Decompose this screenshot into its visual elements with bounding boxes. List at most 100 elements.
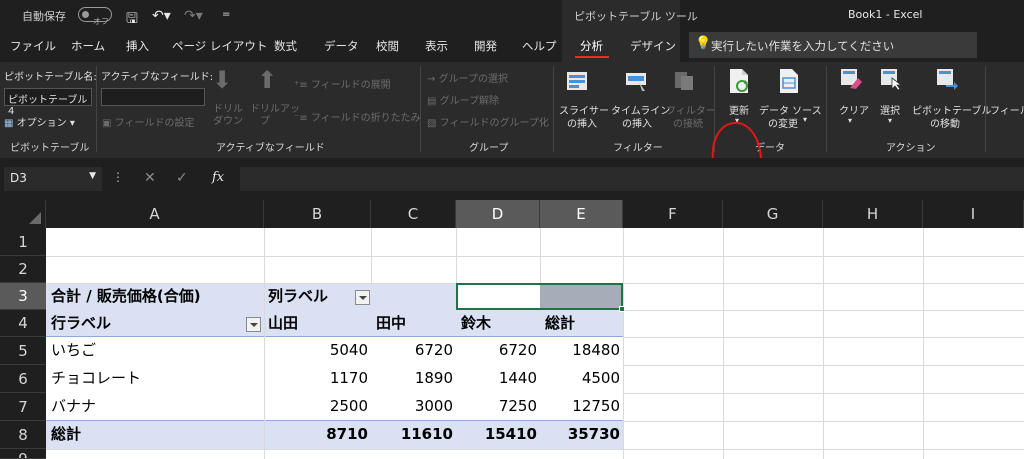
slicer-label-2[interactable]: の挿入 [567,115,597,130]
column-header-d[interactable]: D [456,200,540,228]
fill-handle[interactable] [619,306,625,312]
collapse-field-button[interactable]: ⁻≡ フィールドの折りたたみ [294,109,421,124]
gridline [623,365,1024,366]
tab-page-layout[interactable]: ページ レイアウト [172,38,267,54]
row-header-5[interactable]: 5 [0,337,46,365]
pivot-header-cell[interactable]: 鈴木 [461,310,491,337]
pivot-header-cell[interactable]: 田中 [376,310,406,337]
drill-up-label-1[interactable]: ドリルアッ [250,100,300,115]
pivot-value-cell[interactable]: 12750 [540,393,620,420]
column-header-h[interactable]: H [823,200,923,228]
row-header-6[interactable]: 6 [0,365,46,393]
autosave-toggle[interactable]: オフ [78,7,112,26]
pivot-value-cell[interactable]: 1890 [371,365,453,392]
pivot-row-item[interactable]: いちご [51,337,96,364]
tab-data[interactable]: データ [324,38,359,54]
tab-view[interactable]: 表示 [425,38,448,54]
insert-function-icon[interactable]: fx [212,170,224,185]
pivot-value-cell[interactable]: 7250 [456,393,537,420]
pivot-column-labels[interactable]: 列ラベル [268,283,328,310]
options-button[interactable]: ▦ オプション ▾ [4,114,75,129]
pivot-header-cell[interactable]: 総計 [545,310,575,337]
select-label[interactable]: 選択 [880,102,900,117]
pivot-total-cell[interactable]: 15410 [456,421,537,448]
clear-dropdown-icon[interactable]: ▾ [848,116,852,125]
column-header-f[interactable]: F [623,200,723,228]
select-all-button[interactable] [0,200,46,228]
pivot-value-cell[interactable]: 6720 [456,337,537,364]
column-header-g[interactable]: G [723,200,823,228]
move-pivottable-label-2[interactable]: の移動 [930,115,960,130]
row-header-9[interactable]: 9 [0,449,46,459]
pivot-value-cell[interactable]: 1440 [456,365,537,392]
timeline-label-2[interactable]: の挿入 [622,115,652,130]
undo-icon[interactable]: ↶▾ [152,8,171,24]
pivot-value-cell[interactable]: 1170 [264,365,368,392]
active-field-input[interactable] [101,88,205,106]
pivot-name-input[interactable]: ピボットテーブル4 [4,88,92,117]
pivot-value-cell[interactable]: 18480 [540,337,620,364]
cell-selection[interactable] [456,283,623,310]
column-filter-dropdown-icon[interactable] [355,290,370,305]
row-header-4[interactable]: 4 [0,310,46,337]
field-list-label-partial[interactable]: フィール [990,102,1024,117]
column-header-i[interactable]: I [923,200,1024,228]
cancel-icon[interactable]: ✕ [144,170,156,186]
name-box[interactable]: D3 ▼ [4,167,102,191]
drill-down-label-2[interactable]: ダウン [213,112,243,127]
row-header-1[interactable]: 1 [0,228,46,256]
pivot-total-cell[interactable]: 35730 [540,421,620,448]
field-settings-button[interactable]: ▣ フィールドの設定 [102,114,194,129]
tab-review[interactable]: 校閲 [376,38,399,54]
tab-home[interactable]: ホーム [71,38,105,54]
expand-field-button[interactable]: ⁺≡ フィールドの展開 [294,76,391,91]
pivot-row-item[interactable]: バナナ [51,393,96,420]
clear-label[interactable]: クリア [839,102,869,117]
pivot-grand-total-label[interactable]: 総計 [51,421,81,448]
save-icon[interactable]: 🖫 [126,8,138,32]
column-header-e[interactable]: E [540,200,623,228]
group-field-button[interactable]: ▧ フィールドのグループ化 [427,114,549,129]
pivot-total-cell[interactable]: 8710 [264,421,368,448]
group-selection-button[interactable]: → グループの選択 [427,70,508,85]
name-box-dropdown-icon[interactable]: ▼ [89,171,96,181]
row-filter-dropdown-icon[interactable] [246,317,261,332]
pivot-row-labels[interactable]: 行ラベル [51,310,111,337]
select-dropdown-icon[interactable]: ▾ [888,116,892,125]
change-data-source-label-2[interactable]: の変更 [768,115,798,130]
redo-icon[interactable]: ↷▾ [184,8,203,24]
drill-up-label-2[interactable]: プ [260,112,270,127]
tell-me-search[interactable]: 💡 実行したい作業を入力してください [689,32,977,58]
enter-icon[interactable]: ✓ [176,170,188,186]
filter-connections-label-2[interactable]: の接続 [673,115,703,130]
pivot-row-item[interactable]: チョコレート [51,365,141,392]
column-header-b[interactable]: B [264,200,371,228]
tab-design[interactable]: デザイン [630,38,676,54]
row-header-7[interactable]: 7 [0,393,46,421]
row-header-2[interactable]: 2 [0,256,46,283]
pivot-total-cell[interactable]: 11610 [371,421,453,448]
ungroup-button[interactable]: ▤ グループ解除 [427,92,499,107]
tab-formulas[interactable]: 数式 [274,38,297,54]
row-header-8[interactable]: 8 [0,421,46,449]
pivot-value-cell[interactable]: 6720 [371,337,453,364]
ungroup-label: グループ解除 [439,96,500,107]
quick-access-customize-icon[interactable]: = [222,9,230,20]
tab-developer[interactable]: 開発 [474,38,497,54]
pivot-value-cell[interactable]: 5040 [264,337,368,364]
tab-insert[interactable]: 挿入 [126,38,149,54]
tab-file[interactable]: ファイル [10,38,56,54]
row-header-3[interactable]: 3 [0,283,46,310]
change-data-source-dropdown-icon[interactable]: ▾ [803,115,807,124]
tab-help[interactable]: ヘルプ [522,38,557,54]
pivot-header-cell[interactable]: 山田 [268,310,298,337]
tab-analyze[interactable]: 分析 [580,38,603,54]
pivot-value-cell[interactable]: 2500 [264,393,368,420]
pivot-value-cell[interactable]: 3000 [371,393,453,420]
pivot-value-field-label[interactable]: 合計 / 販売価格(合価) [51,283,201,310]
pivot-value-cell[interactable]: 4500 [540,365,620,392]
column-header-c[interactable]: C [371,200,456,228]
refresh-label[interactable]: 更新 [729,102,749,117]
column-header-a[interactable]: A [46,200,264,228]
formula-input[interactable] [240,167,1024,191]
